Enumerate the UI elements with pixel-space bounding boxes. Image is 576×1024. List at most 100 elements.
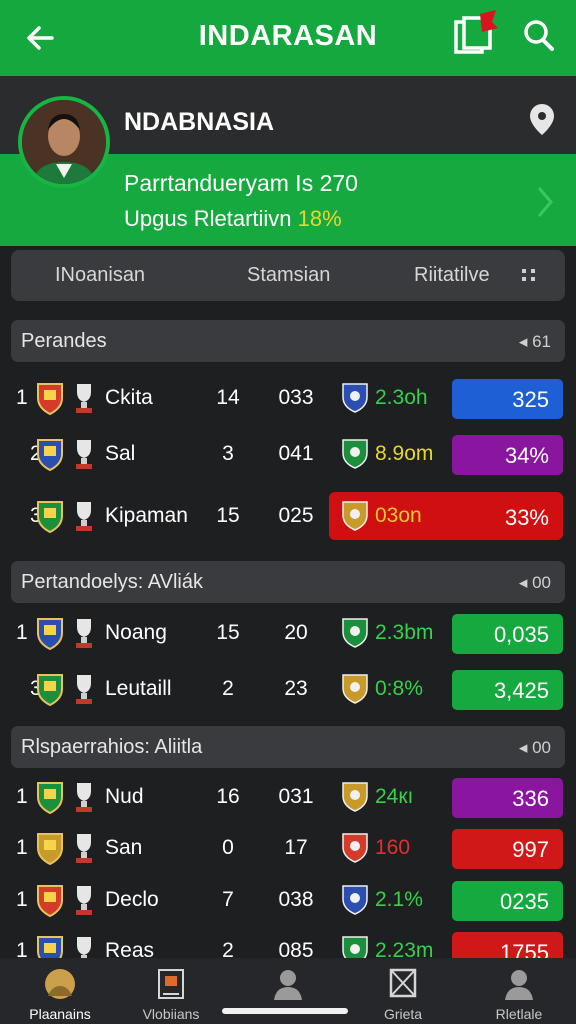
team-crest-icon [34, 615, 66, 651]
row-stat: 03on [375, 504, 422, 527]
opponent-crest-icon [340, 831, 370, 865]
rating-percent: 18% [297, 206, 342, 231]
row-stat: 2.1% [375, 888, 423, 911]
trophy-icon [70, 779, 98, 815]
team-name: Sal [105, 442, 136, 465]
row-stat: 8.9om [375, 442, 434, 465]
section-header[interactable]: Rlspaerrahios: Aliitla ◂ 00 [11, 726, 565, 768]
opponent-crest-icon [340, 780, 370, 814]
team-crest-icon [34, 436, 66, 472]
chevron-right-icon[interactable] [534, 184, 556, 220]
row-score: 20 [284, 621, 308, 644]
row-value-badge: 33% [452, 497, 563, 537]
flag-icon[interactable] [450, 8, 502, 56]
row-rank: 1 [16, 785, 28, 808]
row-rank: 1 [16, 888, 28, 911]
table-row[interactable]: 1 Declo 7 038 2.1% 0235 [0, 874, 576, 926]
trophy-icon [70, 882, 98, 918]
row-rank: 1 [16, 386, 28, 409]
table-row[interactable]: 1 San 0 17 160 997 [0, 822, 576, 874]
opponent-crest-icon [340, 499, 370, 533]
row-stat: 2.3oh [375, 386, 428, 409]
table-row[interactable]: 1 Nud 16 031 24кı 336 [0, 771, 576, 823]
more-options-icon[interactable] [519, 264, 539, 286]
section-count: ◂ 00 [518, 573, 551, 592]
row-played: 0 [222, 836, 234, 859]
team-name: Ckita [105, 386, 153, 409]
table-row[interactable]: 2 Sal 3 041 8.9om 34% [0, 428, 576, 480]
row-rank: 1 [16, 836, 28, 859]
home-indicator[interactable] [222, 1008, 348, 1014]
row-score: 031 [278, 785, 314, 808]
trophy-icon [70, 830, 98, 866]
nav-label: Plaanains [29, 1006, 91, 1022]
team-crest-icon [34, 779, 66, 815]
trophy-icon [70, 498, 98, 534]
row-played: 14 [216, 386, 240, 409]
nav-grieta[interactable]: Grieta [348, 964, 458, 1024]
row-score: 23 [284, 677, 308, 700]
trophy-icon [70, 436, 98, 472]
team-name: Leutaill [105, 677, 172, 700]
row-value-badge: 3,425 [452, 670, 563, 710]
tab-stamsian[interactable]: Stamsian [247, 264, 330, 287]
table-row[interactable]: 1 Ckita 14 033 2.3oh 325 [0, 372, 576, 424]
nav-label: Grieta [383, 1006, 423, 1022]
row-value-badge: 336 [452, 778, 563, 818]
opponent-crest-icon [340, 672, 370, 706]
row-stat: 0:8% [375, 677, 423, 700]
section-count: ◂ 00 [518, 738, 551, 757]
tab-riitatilve[interactable]: Riitatilve [414, 264, 490, 287]
team-crest-icon [34, 380, 66, 416]
bottom-navigation: Plaanains Vlobiians Grieta Rletlale [0, 958, 576, 1024]
team-crest-icon [34, 830, 66, 866]
section-title: Pertandoelys: AVliák [21, 571, 203, 593]
row-score: 17 [284, 836, 308, 859]
nav-label: Rletlale [495, 1006, 543, 1022]
nav-vlobiians[interactable]: Vlobiians [116, 964, 226, 1024]
row-played: 16 [216, 785, 240, 808]
team-crest-icon [34, 498, 66, 534]
nav-profile[interactable] [233, 964, 343, 1024]
location-pin-icon[interactable] [526, 102, 558, 136]
table-row[interactable]: 3 Leutaill 2 23 0:8% 3,425 [0, 663, 576, 715]
team-name: Nud [105, 785, 144, 808]
trophy-icon [70, 380, 98, 416]
team-crest-icon [34, 882, 66, 918]
row-played: 7 [222, 888, 234, 911]
tab-noanisan[interactable]: INoanisan [55, 264, 145, 287]
row-rank: 1 [16, 621, 28, 644]
trophy-icon [70, 671, 98, 707]
team-name: Noang [105, 621, 167, 644]
trophy-icon [70, 615, 98, 651]
person-icon [274, 970, 302, 1000]
avatar[interactable] [18, 96, 110, 188]
table-row[interactable]: 3 Kipaman 15 025 03on 33% [0, 490, 576, 542]
search-icon[interactable] [522, 18, 556, 54]
chart-icon [158, 969, 184, 999]
team-name: Declo [105, 888, 159, 911]
row-score: 033 [278, 386, 314, 409]
section-header[interactable]: Perandes ◂ 61 [11, 320, 565, 362]
nav-label: Vlobiians [142, 1006, 200, 1022]
row-played: 15 [216, 621, 240, 644]
section-title: Perandes [21, 330, 107, 352]
row-played: 2 [222, 677, 234, 700]
row-value-badge: 997 [452, 829, 563, 869]
row-stat: 160 [375, 836, 411, 859]
team-name: San [105, 836, 143, 859]
opponent-crest-icon [340, 381, 370, 415]
nav-rletlale[interactable]: Rletlale [464, 964, 574, 1024]
nav-plaanains[interactable]: Plaanains [5, 964, 115, 1024]
row-value-badge: 0235 [452, 881, 563, 921]
row-score: 025 [278, 504, 314, 527]
profile-card: NDABNASIA Parrtanduеryam Is 270 Upgus Rl… [0, 76, 576, 246]
filter-tabs: INoanisan Stamsian Riitatilve [11, 250, 565, 301]
table-row[interactable]: 1 Noang 15 20 2.3bm 0,035 [0, 607, 576, 659]
row-score: 041 [278, 442, 314, 465]
profile-rating: Upgus Rletartiivn 18% [124, 206, 342, 232]
team-name: Kipaman [105, 504, 188, 527]
team-crest-icon [34, 671, 66, 707]
section-header[interactable]: Pertandoelys: AVliák ◂ 00 [11, 561, 565, 603]
profile-participation: Parrtanduеryam Is 270 [124, 170, 358, 196]
